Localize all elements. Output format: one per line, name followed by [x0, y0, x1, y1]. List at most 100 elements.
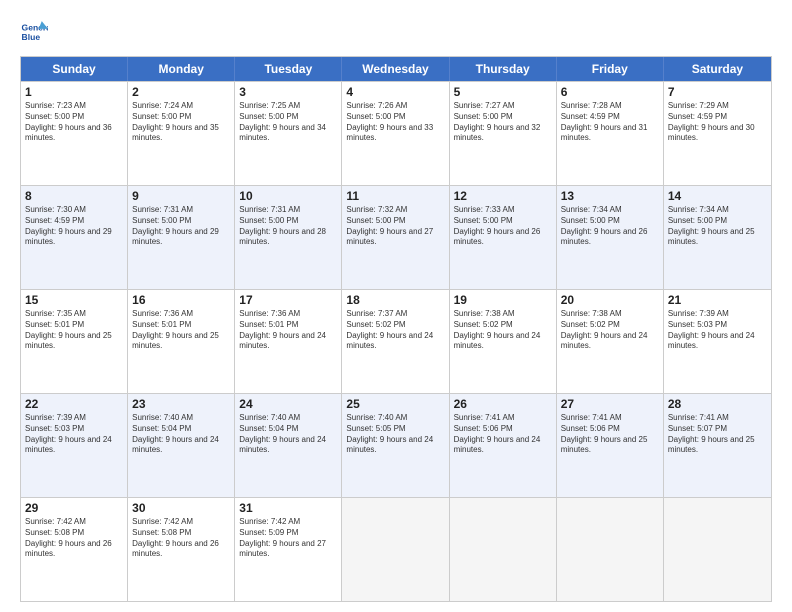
day-cell-4: 4 Sunrise: 7:26 AM Sunset: 5:00 PM Daylig… [342, 82, 449, 185]
day-number: 2 [132, 85, 230, 99]
day-info: Sunrise: 7:35 AM Sunset: 5:01 PM Dayligh… [25, 309, 123, 352]
day-number: 31 [239, 501, 337, 515]
header-day-friday: Friday [557, 57, 664, 81]
day-number: 15 [25, 293, 123, 307]
day-number: 24 [239, 397, 337, 411]
day-cell-27: 27 Sunrise: 7:41 AM Sunset: 5:06 PM Dayli… [557, 394, 664, 497]
day-number: 21 [668, 293, 767, 307]
day-cell-10: 10Sunrise: 7:31 AM Sunset: 5:00 PM Dayli… [235, 186, 342, 289]
day-cell-31: 31Sunrise: 7:42 AM Sunset: 5:09 PM Dayli… [235, 498, 342, 601]
day-cell-30: 30 Sunrise: 7:42 AM Sunset: 5:08 PM Dayli… [128, 498, 235, 601]
day-number: 9 [132, 189, 230, 203]
day-info: Sunrise: 7:31 AM Sunset: 5:00 PM Dayligh… [239, 205, 337, 248]
day-cell-5: 5 Sunrise: 7:27 AM Sunset: 5:00 PM Daylig… [450, 82, 557, 185]
calendar: SundayMondayTuesdayWednesdayThursdayFrid… [20, 56, 772, 602]
calendar-row-2: 8 Sunrise: 7:30 AM Sunset: 4:59 PM Daylig… [21, 185, 771, 289]
day-number: 7 [668, 85, 767, 99]
day-info: Sunrise: 7:28 AM Sunset: 4:59 PM Dayligh… [561, 101, 659, 144]
empty-cell [450, 498, 557, 601]
header-day-thursday: Thursday [450, 57, 557, 81]
day-cell-3: 3Sunrise: 7:25 AM Sunset: 5:00 PM Daylig… [235, 82, 342, 185]
day-info: Sunrise: 7:38 AM Sunset: 5:02 PM Dayligh… [561, 309, 659, 352]
day-info: Sunrise: 7:33 AM Sunset: 5:00 PM Dayligh… [454, 205, 552, 248]
header-day-sunday: Sunday [21, 57, 128, 81]
day-cell-25: 25 Sunrise: 7:40 AM Sunset: 5:05 PM Dayli… [342, 394, 449, 497]
day-info: Sunrise: 7:40 AM Sunset: 5:05 PM Dayligh… [346, 413, 444, 456]
day-info: Sunrise: 7:36 AM Sunset: 5:01 PM Dayligh… [239, 309, 337, 352]
day-info: Sunrise: 7:40 AM Sunset: 5:04 PM Dayligh… [239, 413, 337, 456]
day-info: Sunrise: 7:40 AM Sunset: 5:04 PM Dayligh… [132, 413, 230, 456]
day-number: 18 [346, 293, 444, 307]
day-number: 26 [454, 397, 552, 411]
header-day-tuesday: Tuesday [235, 57, 342, 81]
day-number: 17 [239, 293, 337, 307]
day-cell-12: 12 Sunrise: 7:33 AM Sunset: 5:00 PM Dayli… [450, 186, 557, 289]
day-info: Sunrise: 7:42 AM Sunset: 5:08 PM Dayligh… [132, 517, 230, 560]
day-info: Sunrise: 7:30 AM Sunset: 4:59 PM Dayligh… [25, 205, 123, 248]
day-info: Sunrise: 7:37 AM Sunset: 5:02 PM Dayligh… [346, 309, 444, 352]
day-number: 27 [561, 397, 659, 411]
day-cell-21: 21 Sunrise: 7:39 AM Sunset: 5:03 PM Dayli… [664, 290, 771, 393]
day-number: 1 [25, 85, 123, 99]
day-cell-6: 6 Sunrise: 7:28 AM Sunset: 4:59 PM Daylig… [557, 82, 664, 185]
logo-icon: General Blue [20, 18, 48, 46]
day-number: 25 [346, 397, 444, 411]
day-number: 6 [561, 85, 659, 99]
day-cell-24: 24 Sunrise: 7:40 AM Sunset: 5:04 PM Dayli… [235, 394, 342, 497]
day-info: Sunrise: 7:39 AM Sunset: 5:03 PM Dayligh… [25, 413, 123, 456]
day-cell-26: 26Sunrise: 7:41 AM Sunset: 5:06 PM Dayli… [450, 394, 557, 497]
header-day-wednesday: Wednesday [342, 57, 449, 81]
header: General Blue [20, 18, 772, 46]
day-cell-8: 8 Sunrise: 7:30 AM Sunset: 4:59 PM Daylig… [21, 186, 128, 289]
day-number: 4 [346, 85, 444, 99]
day-cell-7: 7 Sunrise: 7:29 AM Sunset: 4:59 PM Daylig… [664, 82, 771, 185]
day-info: Sunrise: 7:42 AM Sunset: 5:08 PM Dayligh… [25, 517, 123, 560]
day-number: 14 [668, 189, 767, 203]
day-info: Sunrise: 7:24 AM Sunset: 5:00 PM Dayligh… [132, 101, 230, 144]
day-number: 20 [561, 293, 659, 307]
day-cell-1: 1 Sunrise: 7:23 AM Sunset: 5:00 PM Daylig… [21, 82, 128, 185]
calendar-header: SundayMondayTuesdayWednesdayThursdayFrid… [21, 57, 771, 81]
day-info: Sunrise: 7:27 AM Sunset: 5:00 PM Dayligh… [454, 101, 552, 144]
day-cell-18: 18 Sunrise: 7:37 AM Sunset: 5:02 PM Dayli… [342, 290, 449, 393]
logo: General Blue [20, 18, 52, 46]
day-info: Sunrise: 7:32 AM Sunset: 5:00 PM Dayligh… [346, 205, 444, 248]
day-cell-15: 15 Sunrise: 7:35 AM Sunset: 5:01 PM Dayli… [21, 290, 128, 393]
day-cell-22: 22 Sunrise: 7:39 AM Sunset: 5:03 PM Dayli… [21, 394, 128, 497]
day-cell-14: 14 Sunrise: 7:34 AM Sunset: 5:00 PM Dayli… [664, 186, 771, 289]
day-number: 28 [668, 397, 767, 411]
empty-cell [342, 498, 449, 601]
day-number: 3 [239, 85, 337, 99]
day-number: 29 [25, 501, 123, 515]
day-cell-20: 20 Sunrise: 7:38 AM Sunset: 5:02 PM Dayli… [557, 290, 664, 393]
empty-cell [664, 498, 771, 601]
day-cell-9: 9Sunrise: 7:31 AM Sunset: 5:00 PM Daylig… [128, 186, 235, 289]
day-cell-28: 28 Sunrise: 7:41 AM Sunset: 5:07 PM Dayli… [664, 394, 771, 497]
calendar-row-5: 29 Sunrise: 7:42 AM Sunset: 5:08 PM Dayli… [21, 497, 771, 601]
day-info: Sunrise: 7:26 AM Sunset: 5:00 PM Dayligh… [346, 101, 444, 144]
day-info: Sunrise: 7:41 AM Sunset: 5:06 PM Dayligh… [561, 413, 659, 456]
day-number: 8 [25, 189, 123, 203]
day-info: Sunrise: 7:29 AM Sunset: 4:59 PM Dayligh… [668, 101, 767, 144]
calendar-row-3: 15 Sunrise: 7:35 AM Sunset: 5:01 PM Dayli… [21, 289, 771, 393]
day-info: Sunrise: 7:23 AM Sunset: 5:00 PM Dayligh… [25, 101, 123, 144]
day-info: Sunrise: 7:34 AM Sunset: 5:00 PM Dayligh… [668, 205, 767, 248]
day-cell-2: 2 Sunrise: 7:24 AM Sunset: 5:00 PM Daylig… [128, 82, 235, 185]
day-cell-19: 19Sunrise: 7:38 AM Sunset: 5:02 PM Dayli… [450, 290, 557, 393]
day-info: Sunrise: 7:39 AM Sunset: 5:03 PM Dayligh… [668, 309, 767, 352]
day-info: Sunrise: 7:41 AM Sunset: 5:07 PM Dayligh… [668, 413, 767, 456]
calendar-body: 1 Sunrise: 7:23 AM Sunset: 5:00 PM Daylig… [21, 81, 771, 601]
day-number: 16 [132, 293, 230, 307]
day-number: 22 [25, 397, 123, 411]
day-number: 30 [132, 501, 230, 515]
calendar-row-4: 22 Sunrise: 7:39 AM Sunset: 5:03 PM Dayli… [21, 393, 771, 497]
day-number: 12 [454, 189, 552, 203]
day-number: 19 [454, 293, 552, 307]
day-info: Sunrise: 7:36 AM Sunset: 5:01 PM Dayligh… [132, 309, 230, 352]
day-info: Sunrise: 7:34 AM Sunset: 5:00 PM Dayligh… [561, 205, 659, 248]
day-cell-29: 29 Sunrise: 7:42 AM Sunset: 5:08 PM Dayli… [21, 498, 128, 601]
day-cell-17: 17 Sunrise: 7:36 AM Sunset: 5:01 PM Dayli… [235, 290, 342, 393]
page: General Blue SundayMondayTuesdayWednesda… [0, 0, 792, 612]
day-number: 5 [454, 85, 552, 99]
day-number: 23 [132, 397, 230, 411]
